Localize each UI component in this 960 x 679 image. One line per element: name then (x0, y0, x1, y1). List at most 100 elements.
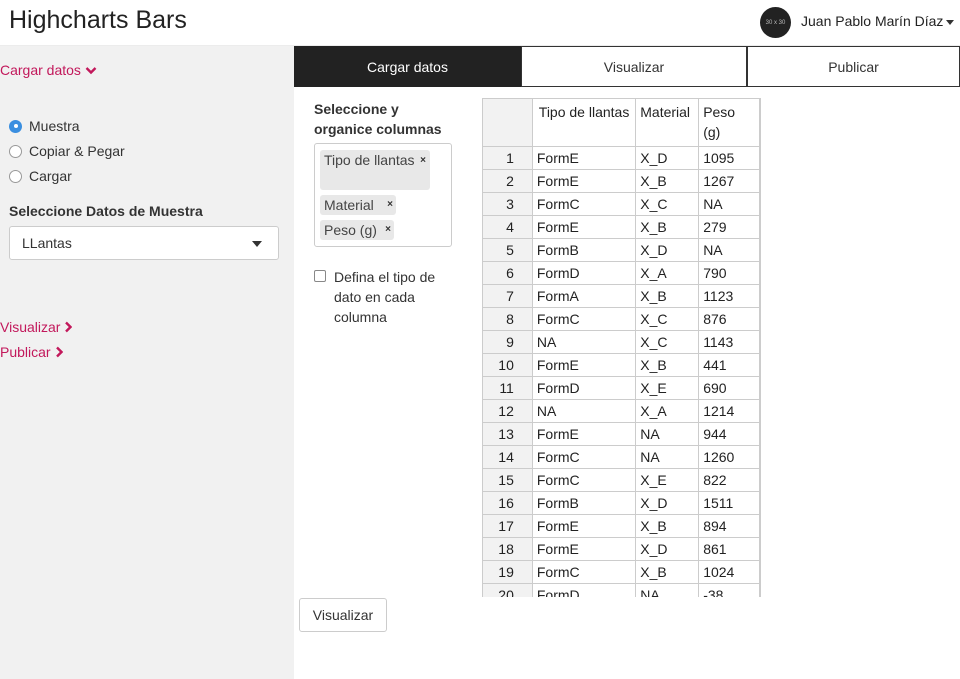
table-row: 12 NA X_A 1214 (482, 399, 760, 423)
table-cell-index: 7 (482, 284, 533, 308)
table-cell-peso: NA (698, 238, 760, 262)
caret-down-icon (946, 19, 955, 25)
table-cell-index: 6 (482, 261, 533, 285)
table-header-peso[interactable]: Peso (g) (698, 98, 760, 147)
user-name: Juan Pablo Marín Díaz (801, 13, 944, 29)
column-chip-material[interactable]: Material × (320, 195, 396, 215)
table-cell-material: X_E (635, 376, 700, 400)
table-cell-material: X_D (635, 537, 700, 561)
table-cell-index: 8 (482, 307, 533, 331)
table-cell-tipo: FormE (531, 353, 637, 377)
table-cell-peso: 1511 (698, 491, 760, 515)
table-cell-material: NA (635, 445, 700, 469)
publicar-link[interactable]: Publicar (0, 344, 63, 360)
table-row: 7 FormA X_B 1123 (482, 284, 760, 308)
chevron-right-icon (65, 321, 73, 333)
table-cell-peso: 1267 (698, 169, 760, 193)
visualizar-link[interactable]: Visualizar (0, 319, 73, 335)
table-header-material[interactable]: Material (635, 98, 700, 147)
table-cell-material: X_B (635, 560, 700, 584)
table-cell-peso: 1024 (698, 560, 760, 584)
table-row: 11 FormD X_E 690 (482, 376, 760, 400)
column-chip-label: Material (324, 197, 374, 213)
radio-muestra[interactable]: Muestra (9, 118, 80, 134)
tab-visualizar[interactable]: Visualizar (521, 46, 747, 87)
radio-copiar-pegar[interactable]: Copiar & Pegar (9, 143, 125, 159)
table-cell-peso: 1123 (698, 284, 760, 308)
table-cell-material: X_B (635, 215, 700, 239)
table-row: 5 FormB X_D NA (482, 238, 760, 262)
table-cell-index: 12 (482, 399, 533, 423)
radio-label: Muestra (29, 118, 80, 134)
table-cell-peso: 279 (698, 215, 760, 239)
radio-button-checked[interactable] (9, 119, 22, 133)
table-cell-index: 14 (482, 445, 533, 469)
table-cell-tipo: FormB (531, 238, 637, 262)
table-cell-peso: 790 (698, 261, 760, 285)
table-cell-material: X_D (635, 238, 700, 262)
app-title: Highcharts Bars (9, 6, 187, 34)
table-header-tipo[interactable]: Tipo de llantas (531, 98, 637, 147)
table-cell-index: 18 (482, 537, 533, 561)
table-row: 18 FormE X_D 861 (482, 537, 760, 561)
table-cell-index: 5 (482, 238, 533, 262)
table-cell-index: 4 (482, 215, 533, 239)
table-cell-material: X_C (635, 330, 700, 354)
tab-bar: Cargar datos Visualizar Publicar (294, 46, 960, 87)
table-row: 3 FormC X_C NA (482, 192, 760, 216)
column-chip-label: Tipo de llantas (324, 152, 415, 168)
table-cell-peso: -38 (698, 583, 760, 597)
table-cell-material: NA (635, 583, 700, 597)
table-cell-tipo: FormC (531, 192, 637, 216)
radio-cargar[interactable]: Cargar (9, 168, 72, 184)
visualizar-link-label: Visualizar (0, 319, 61, 335)
table-cell-material: X_C (635, 192, 700, 216)
table-cell-tipo: FormE (531, 146, 637, 170)
dropdown-arrow-icon (252, 241, 262, 247)
data-table-scroll[interactable]: Tipo de llantas Material Peso (g) 1 FormE… (482, 98, 761, 597)
table-row: 6 FormD X_A 790 (482, 261, 760, 285)
table-cell-tipo: FormC (531, 560, 637, 584)
column-chip-peso[interactable]: Peso (g) × (320, 220, 394, 240)
user-avatar[interactable]: 30 x 30 (760, 7, 791, 38)
table-cell-tipo: FormC (531, 445, 637, 469)
visualizar-button[interactable]: Visualizar (299, 598, 387, 632)
table-cell-material: X_B (635, 284, 700, 308)
table-cell-tipo: FormA (531, 284, 637, 308)
chevron-down-icon (85, 66, 97, 74)
table-cell-index: 1 (482, 146, 533, 170)
remove-icon[interactable]: × (387, 195, 393, 215)
column-chip-tipo[interactable]: Tipo de llantas × (320, 150, 430, 190)
table-cell-tipo: NA (531, 330, 637, 354)
column-selector[interactable]: Tipo de llantas × Material × Peso (g) × (314, 143, 452, 247)
table-cell-index: 20 (482, 583, 533, 597)
table-row: 9 NA X_C 1143 (482, 330, 760, 354)
remove-icon[interactable]: × (420, 151, 426, 171)
table-cell-material: X_D (635, 146, 700, 170)
table-cell-material: X_C (635, 307, 700, 331)
radio-button[interactable] (9, 144, 22, 158)
remove-icon[interactable]: × (385, 220, 391, 240)
table-row: 13 FormE NA 944 (482, 422, 760, 446)
table-cell-tipo: FormE (531, 422, 637, 446)
sample-data-select[interactable]: LLantas (9, 226, 279, 260)
table-header-index (482, 98, 533, 147)
table-cell-tipo: FormE (531, 215, 637, 239)
tab-publicar[interactable]: Publicar (747, 46, 960, 87)
table-cell-index: 10 (482, 353, 533, 377)
table-cell-peso: 1260 (698, 445, 760, 469)
table-cell-index: 17 (482, 514, 533, 538)
tab-cargar-datos[interactable]: Cargar datos (294, 46, 521, 87)
radio-label: Copiar & Pegar (29, 143, 125, 159)
table-cell-index: 2 (482, 169, 533, 193)
table-row: 17 FormE X_B 894 (482, 514, 760, 538)
radio-button[interactable] (9, 169, 22, 183)
user-menu[interactable]: Juan Pablo Marín Díaz (801, 13, 955, 29)
define-types-checkbox[interactable] (314, 270, 326, 282)
table-cell-material: X_B (635, 514, 700, 538)
data-table: Tipo de llantas Material Peso (g) 1 FormE… (482, 98, 760, 597)
table-row: 2 FormE X_B 1267 (482, 169, 760, 193)
table-cell-material: X_E (635, 468, 700, 492)
cargar-datos-link[interactable]: Cargar datos (0, 62, 97, 78)
table-cell-peso: 822 (698, 468, 760, 492)
